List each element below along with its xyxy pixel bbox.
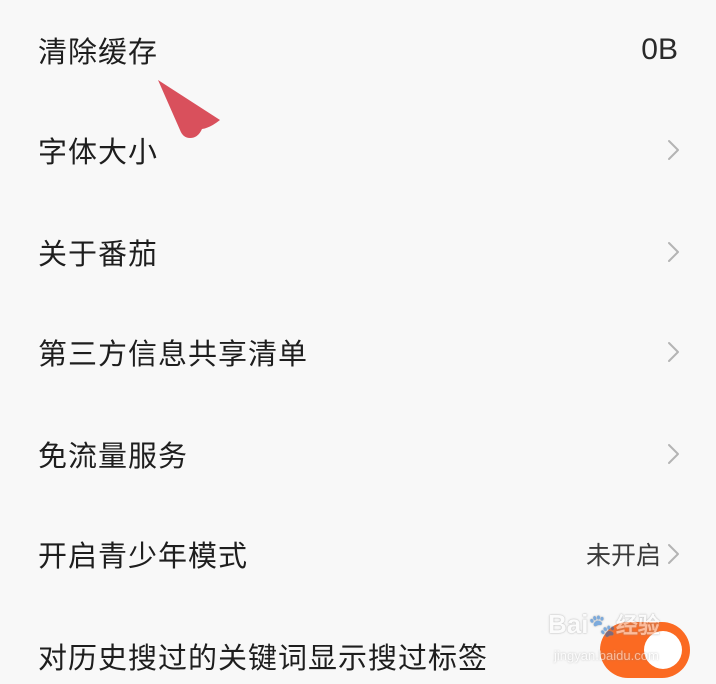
row-right xyxy=(667,341,680,363)
settings-item-free-data-service[interactable]: 免流量服务 xyxy=(0,404,716,504)
settings-item-third-party-sharing[interactable]: 第三方信息共享清单 xyxy=(0,302,716,402)
row-right xyxy=(667,241,680,263)
row-right xyxy=(667,443,680,465)
settings-item-about[interactable]: 关于番茄 xyxy=(0,202,716,302)
settings-item-label: 第三方信息共享清单 xyxy=(38,337,309,371)
watermark-brand: Bai🐾经验 xyxy=(548,608,660,640)
pointer-arrow-icon xyxy=(158,80,220,138)
watermark-url: jingyan.baidu.com xyxy=(554,648,659,663)
row-right xyxy=(667,139,680,161)
chevron-right-icon xyxy=(668,342,679,362)
chevron-right-icon xyxy=(668,140,679,160)
cache-size-value: 0B xyxy=(641,33,678,66)
settings-item-teen-mode[interactable]: 开启青少年模式 未开启 xyxy=(0,504,716,604)
chevron-right-icon xyxy=(668,242,679,262)
watermark-brand-suffix: 经验 xyxy=(615,613,660,638)
settings-item-label: 开启青少年模式 xyxy=(38,539,249,573)
watermark: Bai🐾经验 jingyan.baidu.com xyxy=(548,606,708,668)
settings-item-label: 清除缓存 xyxy=(38,35,159,69)
settings-list: 清除缓存 0B 字体大小 关于番茄 第三方信息共享清单 免流量服务 开启青少年模… xyxy=(0,0,716,684)
settings-item-font-size[interactable]: 字体大小 xyxy=(0,100,716,200)
settings-item-label: 关于番茄 xyxy=(38,237,159,271)
paw-icon: 🐾 xyxy=(588,613,616,638)
chevron-right-icon xyxy=(668,444,679,464)
settings-item-label: 免流量服务 xyxy=(38,439,189,473)
chevron-right-icon xyxy=(668,544,679,564)
row-right: 未开启 xyxy=(586,536,680,572)
settings-item-label: 字体大小 xyxy=(38,135,159,169)
watermark-brand-text: Bai xyxy=(548,609,589,639)
teen-mode-status: 未开启 xyxy=(585,541,661,570)
settings-item-label: 对历史搜过的关键词显示搜过标签 xyxy=(38,641,489,675)
settings-item-clear-cache[interactable]: 清除缓存 0B xyxy=(0,0,716,100)
